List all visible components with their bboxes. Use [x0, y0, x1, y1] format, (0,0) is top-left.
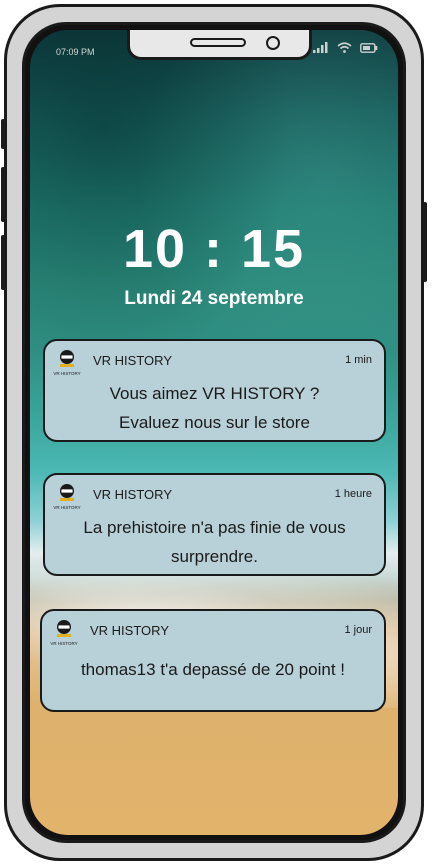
notification-time: 1 min: [345, 354, 372, 366]
notification-line: Evaluez nous sur le store: [119, 413, 310, 432]
app-icon-label: VR HISTORY: [53, 505, 80, 510]
notification-message: Vous aimez VR HISTORY ? Evaluez nous sur…: [51, 379, 378, 437]
notification-line: Vous aimez VR HISTORY ?: [109, 384, 320, 403]
notification-time: 1 heure: [334, 488, 372, 500]
mute-switch: [1, 119, 5, 149]
phone-frame: 07:09 PM 10: 15 Lundi 24 septembre VR H…: [1, 4, 427, 861]
app-icon-label: VR HISTORY: [53, 371, 80, 376]
status-time: 07:09 PM: [56, 47, 95, 57]
lock-clock: 10 : 15: [122, 219, 306, 279]
notification-message: thomas13 t'a depassé de 20 point !: [48, 655, 378, 684]
notification-time: 1 jour: [344, 624, 372, 636]
notification-card[interactable]: VR HISTORY VR HISTORY 1 heure La prehist…: [43, 473, 386, 576]
vr-history-app-icon: VR HISTORY: [53, 484, 81, 510]
notification-line: surprendre.: [171, 547, 258, 566]
notification-card[interactable]: VR HISTORY VR HISTORY 1 min Vous aimez V…: [43, 339, 386, 442]
vr-history-app-icon: VR HISTORY: [50, 620, 78, 646]
notification-app-name: VR HISTORY: [93, 487, 172, 502]
notch: [127, 30, 312, 60]
notification-card[interactable]: VR HISTORY VR HISTORY 1 jour thomas13 t'…: [40, 609, 386, 712]
signal-icon: [313, 42, 328, 53]
status-icons: [313, 42, 378, 53]
notification-app-name: VR HISTORY: [90, 623, 169, 638]
lock-screen: 07:09 PM 10: 15 Lundi 24 septembre VR H…: [30, 30, 398, 835]
notification-line: La prehistoire n'a pas finie de vous: [83, 518, 346, 537]
speaker-grille: [190, 38, 246, 47]
volume-down-button: [1, 235, 5, 290]
lock-date: Lundi 24 septembre: [124, 288, 304, 309]
vr-history-app-icon: VR HISTORY: [53, 350, 81, 376]
wifi-icon: [337, 42, 352, 53]
notification-app-name: VR HISTORY: [93, 353, 172, 368]
app-icon-label: VR HISTORY: [50, 641, 77, 646]
power-button: [423, 202, 427, 282]
notification-message: La prehistoire n'a pas finie de vous sur…: [51, 513, 378, 571]
volume-up-button: [1, 167, 5, 222]
bezel: 07:09 PM 10: 15 Lundi 24 septembre VR H…: [22, 22, 406, 843]
notification-line: thomas13 t'a depassé de 20 point !: [80, 660, 346, 679]
front-camera: [266, 36, 280, 50]
battery-icon: [360, 42, 378, 53]
